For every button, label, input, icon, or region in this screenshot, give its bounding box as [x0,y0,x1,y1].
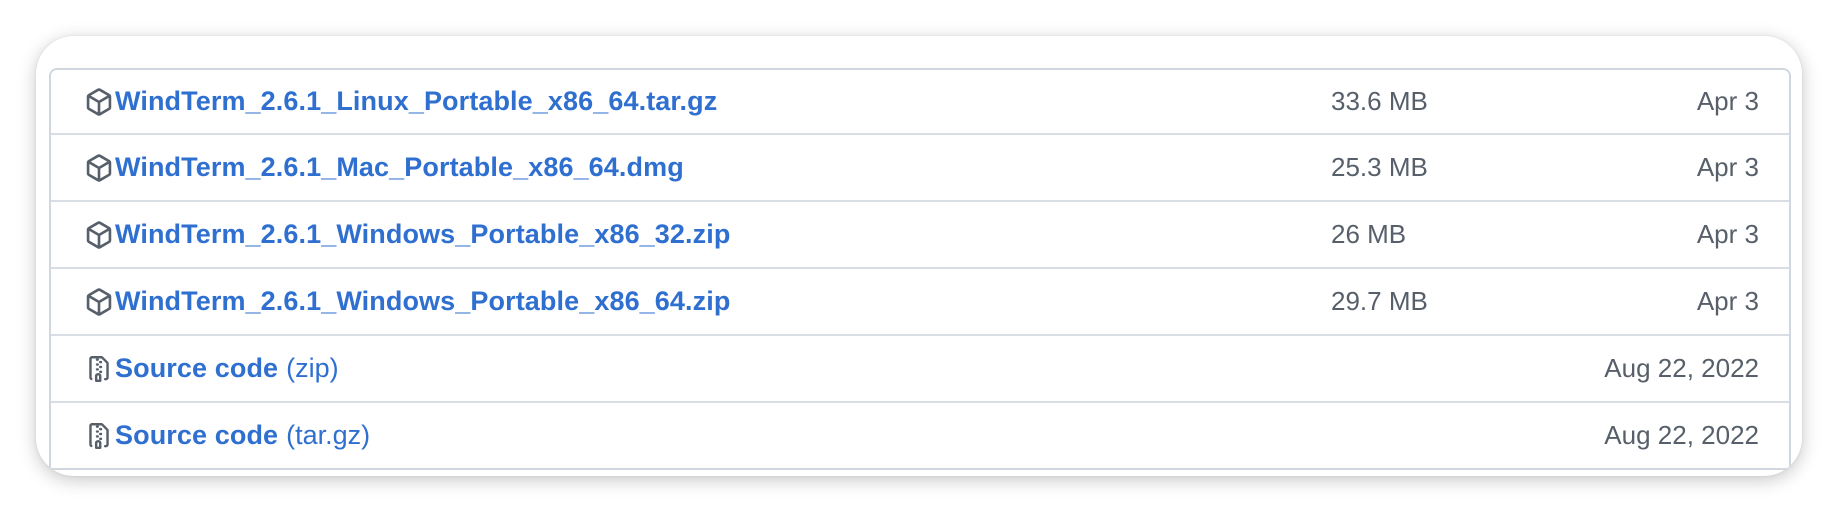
asset-date: Apr 3 [1696,152,1759,182]
source-code-row: Source code (zip) Aug 22, 2022 [51,336,1789,403]
asset-download-link[interactable]: WindTerm_2.6.1_Mac_Portable_x86_64.dmg [115,152,684,183]
source-code-format[interactable]: (zip) [286,353,339,384]
asset-download-link[interactable]: WindTerm_2.6.1_Linux_Portable_x86_64.tar… [115,86,717,117]
asset-row: WindTerm_2.6.1_Mac_Portable_x86_64.dmg 2… [51,135,1789,202]
asset-size: 25.3 MB [1331,152,1428,182]
asset-size: 26 MB [1331,219,1407,249]
source-code-link[interactable]: Source code [115,420,278,451]
asset-date: Apr 3 [1696,86,1759,116]
asset-name-cell: WindTerm_2.6.1_Windows_Portable_x86_64.z… [84,269,730,334]
source-code-link[interactable]: Source code [115,353,278,384]
file-zip-icon [84,419,114,453]
asset-date: Apr 3 [1696,219,1759,249]
assets-list: WindTerm_2.6.1_Linux_Portable_x86_64.tar… [49,68,1791,470]
asset-name-cell: WindTerm_2.6.1_Mac_Portable_x86_64.dmg [84,135,684,200]
asset-date: Apr 3 [1696,286,1759,316]
asset-row: WindTerm_2.6.1_Windows_Portable_x86_64.z… [51,269,1789,336]
source-name-cell: Source code (zip) [84,336,339,401]
file-zip-icon [84,352,114,386]
asset-download-link[interactable]: WindTerm_2.6.1_Windows_Portable_x86_64.z… [115,286,730,317]
asset-row: WindTerm_2.6.1_Windows_Portable_x86_32.z… [51,202,1789,269]
package-icon [84,218,114,252]
release-assets-card: WindTerm_2.6.1_Linux_Portable_x86_64.tar… [36,36,1802,476]
source-code-format[interactable]: (tar.gz) [286,420,370,451]
package-icon [84,151,114,185]
asset-download-link[interactable]: WindTerm_2.6.1_Windows_Portable_x86_32.z… [115,219,730,250]
asset-name-cell: WindTerm_2.6.1_Windows_Portable_x86_32.z… [84,202,730,267]
source-code-row: Source code (tar.gz) Aug 22, 2022 [51,403,1789,470]
package-icon [84,85,114,119]
source-name-cell: Source code (tar.gz) [84,403,370,468]
package-icon [84,285,114,319]
asset-name-cell: WindTerm_2.6.1_Linux_Portable_x86_64.tar… [84,70,717,133]
asset-size: 29.7 MB [1331,286,1428,316]
asset-size: 33.6 MB [1331,86,1428,116]
asset-date: Aug 22, 2022 [1604,353,1759,383]
asset-date: Aug 22, 2022 [1604,420,1759,450]
asset-row: WindTerm_2.6.1_Linux_Portable_x86_64.tar… [51,70,1789,135]
